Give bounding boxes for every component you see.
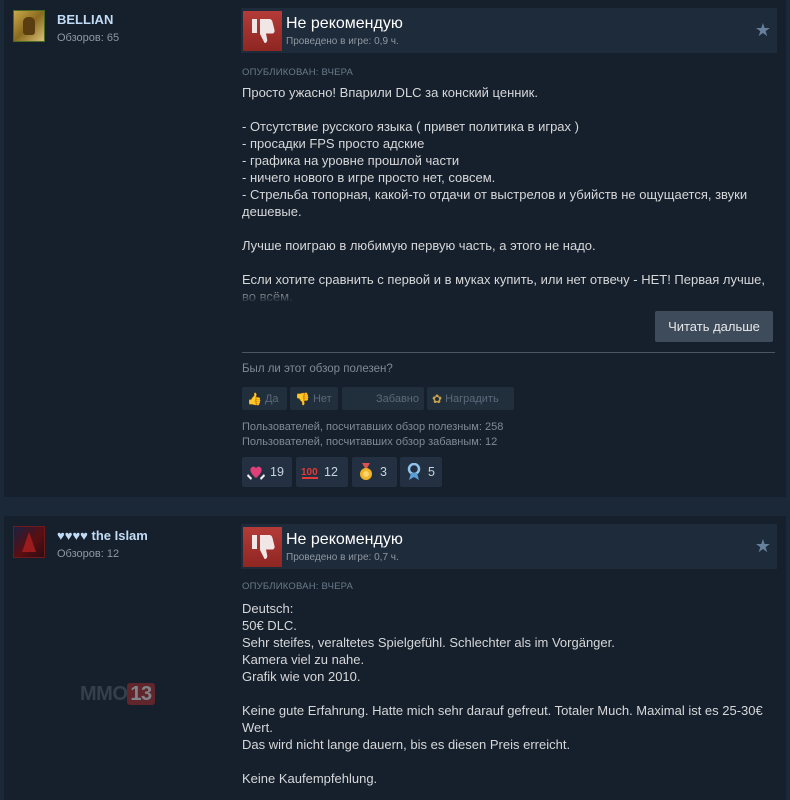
thumbs-down-icon — [243, 11, 282, 51]
award-count: 12 — [324, 465, 338, 479]
thumbs-down-icon: 👎 — [295, 391, 310, 406]
review-verdict: Не рекомендую — [286, 15, 403, 32]
hours-played: Проведено в игре: 0,9 ч. — [286, 36, 399, 47]
svg-text:100: 100 — [301, 467, 318, 478]
vote-no-label: Нет — [312, 392, 332, 405]
review-body: Просто ужасно! Впарили DLC за конский це… — [242, 84, 778, 302]
review-paragraph: Deutsch: 50€ DLC. Sehr steifes, veraltet… — [242, 601, 615, 684]
review-paragraph: - Отсутствие русского языка ( привет пол… — [242, 119, 748, 219]
review-paragraph: Keine Kaufempfehlung. — [242, 771, 378, 786]
author-name[interactable]: BELLIAN — [57, 12, 113, 27]
award-icon: ✿ — [432, 391, 443, 406]
posted-date: ОПУБЛИКОВАН: ВЧЕРА — [242, 67, 354, 78]
author-name[interactable]: ♥♥♥♥ the Islam — [57, 528, 148, 543]
heart-hands-icon — [247, 466, 265, 480]
review-paragraph: Лучше поиграю в любимую первую часть, а … — [242, 238, 596, 253]
funny-count: Пользователей, посчитавших обзор забавны… — [242, 436, 498, 448]
award-count: 19 — [270, 465, 284, 479]
thumbs-down-icon — [243, 527, 282, 567]
medal-icon — [360, 463, 372, 480]
review-paragraph: Keine gute Erfahrung. Hatte mich sehr da… — [242, 703, 763, 752]
award-medal[interactable]: 3 — [352, 457, 397, 487]
award-count: 5 — [428, 465, 435, 479]
review-stats: Пользователей, посчитавших обзор полезны… — [242, 420, 503, 450]
award-label: Наградить — [445, 392, 499, 405]
hundred-icon: 100 — [301, 467, 318, 479]
vote-funny-label: Забавно — [376, 392, 419, 405]
star-icon[interactable]: ★ — [755, 20, 771, 41]
watermark-logo: MMO 13 — [80, 683, 155, 706]
vote-yes-label: Да — [264, 392, 279, 405]
vote-funny-button[interactable]: Забавно — [342, 387, 424, 410]
ribbon-icon — [407, 463, 421, 480]
vote-no-button[interactable]: 👎 Нет — [290, 387, 338, 410]
text-fade — [242, 287, 778, 303]
watermark-text: MMO — [80, 683, 128, 705]
award-button[interactable]: ✿ Наградить — [427, 387, 514, 410]
watermark-number: 13 — [127, 683, 155, 705]
helpful-question: Был ли этот обзор полезен? — [242, 363, 393, 375]
hours-played: Проведено в игре: 0,7 ч. — [286, 552, 399, 563]
award-ribbon[interactable]: 5 — [400, 457, 442, 487]
award-hundred[interactable]: 100 12 — [296, 457, 348, 487]
star-icon[interactable]: ★ — [755, 536, 771, 557]
vote-yes-button[interactable]: 👍 Да — [242, 387, 287, 410]
award-heart-hands[interactable]: 19 — [242, 457, 292, 487]
avatar[interactable] — [13, 526, 45, 558]
review-card: BELLIAN Обзоров: 65 Не рекомендую Провед… — [4, 0, 786, 497]
thumbs-up-icon: 👍 — [247, 391, 262, 406]
review-verdict: Не рекомендую — [286, 531, 403, 548]
posted-date: ОПУБЛИКОВАН: ВЧЕРА — [242, 581, 354, 592]
review-header[interactable]: Не рекомендую Проведено в игре: 0,7 ч. ★ — [241, 524, 777, 569]
author-reviews-count[interactable]: Обзоров: 65 — [57, 32, 119, 44]
award-count: 3 — [380, 465, 387, 479]
avatar[interactable] — [13, 10, 45, 42]
author-reviews-count[interactable]: Обзоров: 12 — [57, 548, 119, 560]
review-paragraph: Просто ужасно! Впарили DLC за конский це… — [242, 85, 538, 100]
helpful-count: Пользователей, посчитавших обзор полезны… — [242, 421, 504, 433]
read-more-button[interactable]: Читать дальше — [655, 311, 773, 342]
review-header[interactable]: Не рекомендую Проведено в игре: 0,9 ч. ★ — [241, 8, 777, 53]
review-card: ♥♥♥♥ the Islam Обзоров: 12 Не рекомендую… — [4, 516, 786, 800]
divider — [242, 352, 775, 353]
review-body: Deutsch: 50€ DLC. Sehr steifes, veraltet… — [242, 600, 778, 787]
